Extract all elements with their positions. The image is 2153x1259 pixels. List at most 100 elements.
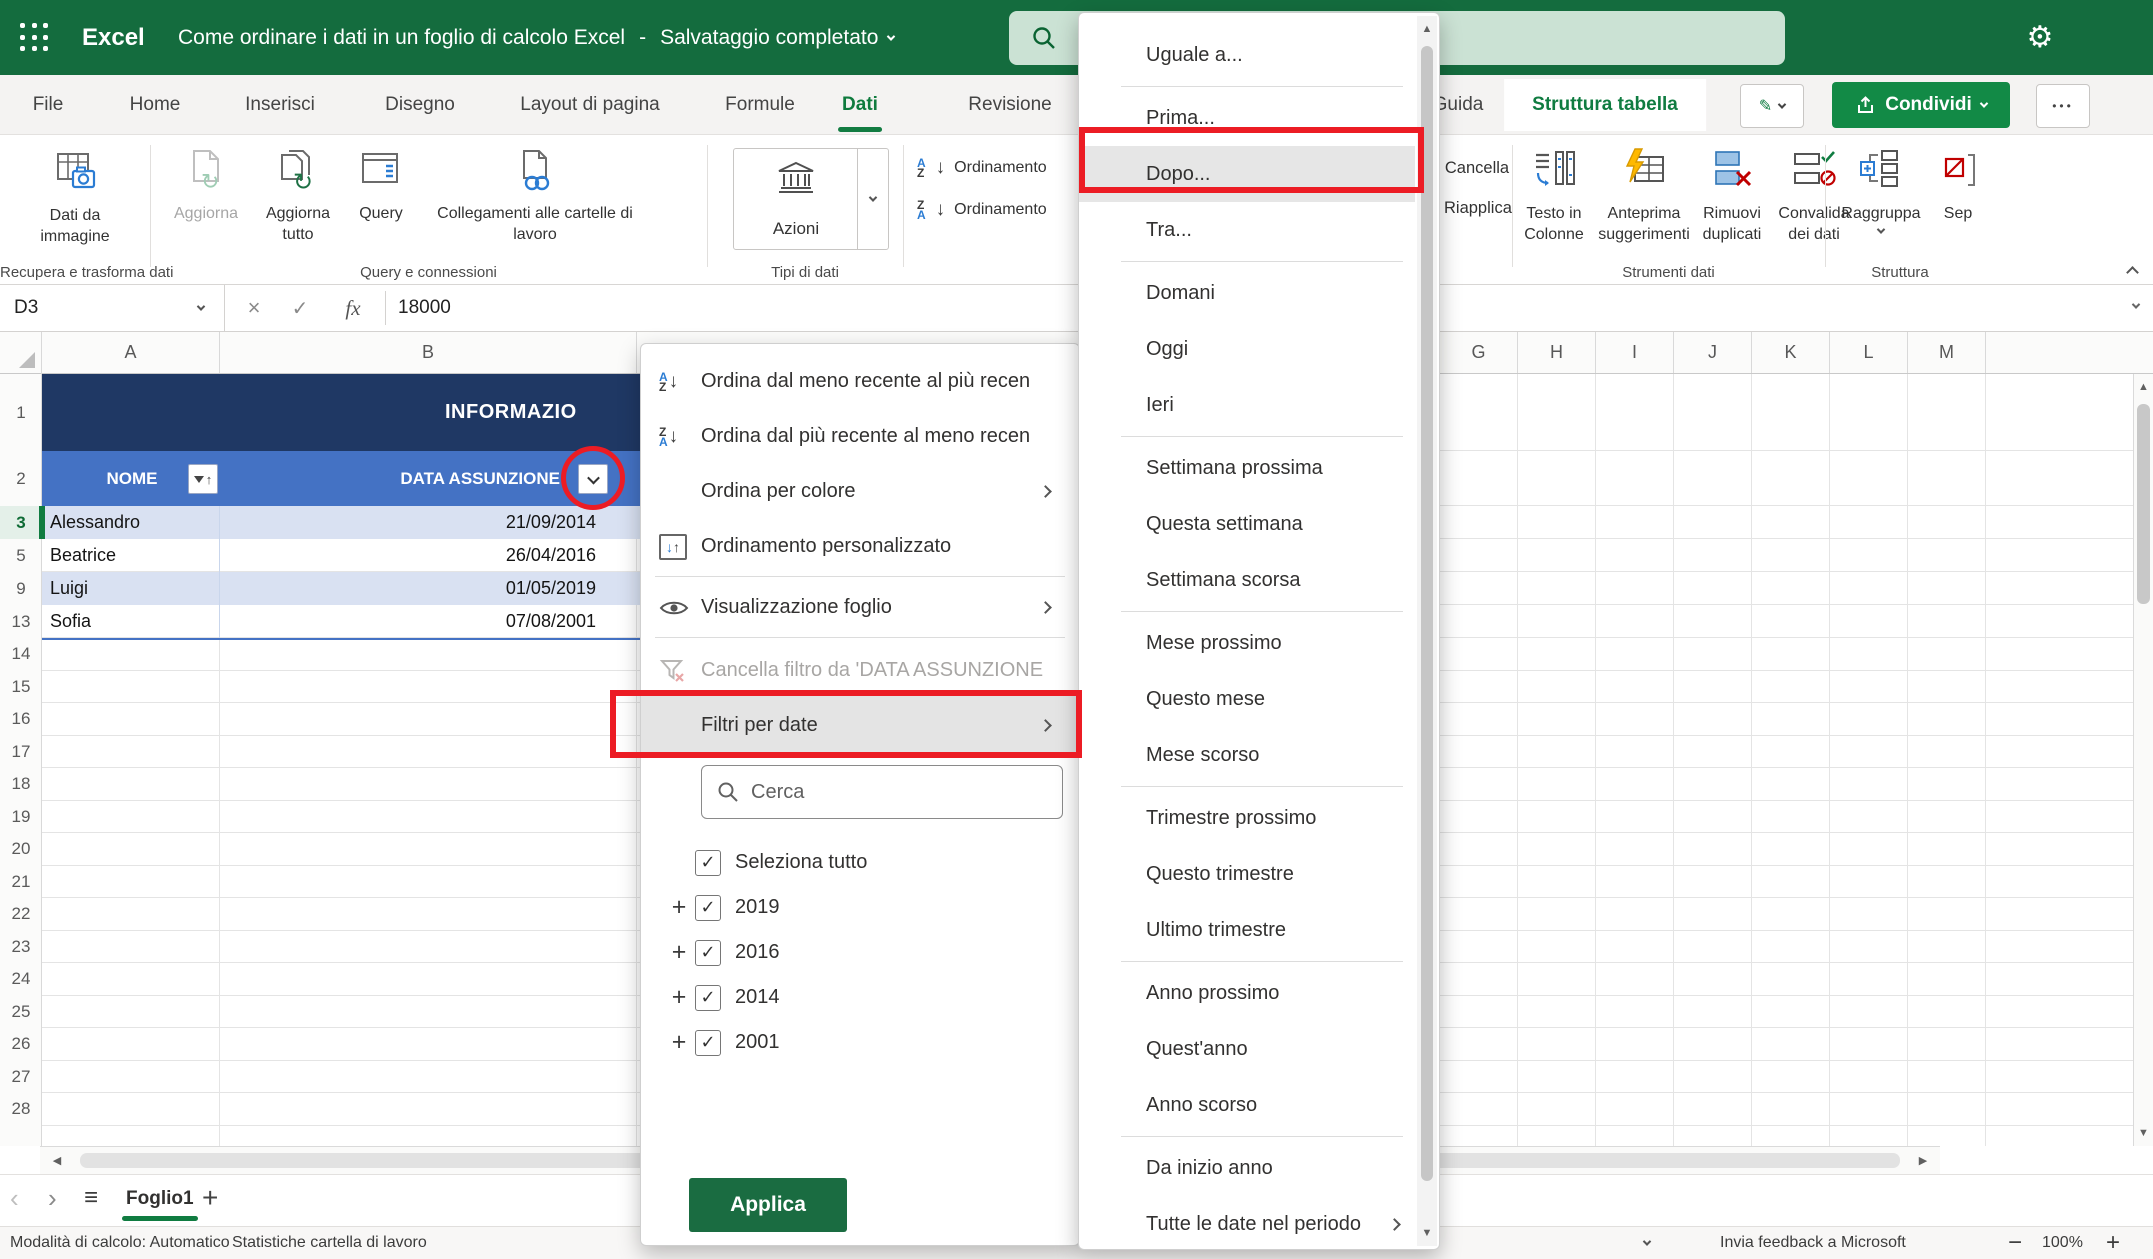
select-all-checkbox[interactable]: ✓Seleziona tutto	[641, 840, 1080, 885]
submenu-item-ieri[interactable]: Ieri	[1079, 377, 1415, 433]
tab-layout-di-pagina[interactable]: Layout di pagina	[516, 75, 663, 135]
query-button[interactable]: Query	[346, 137, 416, 224]
expand-icon[interactable]: +	[667, 893, 691, 922]
year-checkbox-2019[interactable]: +✓2019	[641, 885, 1080, 930]
tab-formule[interactable]: Formule	[721, 75, 799, 135]
submenu-item-mese-prossimo[interactable]: Mese prossimo	[1079, 615, 1415, 671]
column-header-M[interactable]: M	[1908, 332, 1986, 373]
select-all-corner[interactable]	[0, 332, 42, 374]
row-header-16[interactable]: 16	[0, 703, 42, 736]
expand-icon[interactable]: +	[667, 1028, 691, 1057]
checkbox-checked[interactable]: ✓	[695, 940, 721, 966]
azioni-dropdown[interactable]	[857, 149, 888, 249]
scroll-left-icon[interactable]: ◀	[46, 1150, 68, 1170]
submenu-item-settimana-prossima[interactable]: Settimana prossima	[1079, 440, 1415, 496]
column-header-B[interactable]: B	[220, 332, 637, 373]
workbook-statistics[interactable]: Statistiche cartella di lavoro	[232, 1227, 427, 1259]
previous-sheet-icon[interactable]: ‹	[10, 1175, 19, 1221]
row-header-3[interactable]: 3	[0, 506, 42, 539]
sort-by-color-item[interactable]: Ordina per colore	[641, 464, 1079, 519]
checkbox-checked[interactable]: ✓	[695, 850, 721, 876]
aggiorna-button[interactable]: ↻ Aggiorna	[162, 137, 250, 224]
scroll-down-icon[interactable]: ▼	[2134, 1122, 2153, 1144]
sheet-view-item[interactable]: Visualizzazione foglio	[641, 580, 1079, 635]
all-sheets-menu-icon[interactable]: ≡	[84, 1175, 98, 1221]
row-header-18[interactable]: 18	[0, 768, 42, 801]
feedback-link[interactable]: Invia feedback a Microsoft	[1720, 1227, 1906, 1259]
zoom-out-icon[interactable]: −	[2008, 1227, 2022, 1259]
filter-search-input[interactable]	[751, 781, 1031, 804]
cancella-button[interactable]: Cancella	[1444, 159, 1510, 178]
row-header-23[interactable]: 23	[0, 931, 42, 964]
tab-revisione[interactable]: Revisione	[964, 75, 1055, 135]
row-header-27[interactable]: 27	[0, 1061, 42, 1094]
table-title-row[interactable]: INFORMAZIO	[42, 374, 640, 451]
submenu-item-domani[interactable]: Domani	[1079, 265, 1415, 321]
vertical-scrollbar[interactable]: ▲ ▼	[2133, 374, 2153, 1146]
row-header-5[interactable]: 5	[0, 539, 42, 572]
submenu-item-trimestre-prossimo[interactable]: Trimestre prossimo	[1079, 790, 1415, 846]
apply-button[interactable]: Applica	[689, 1178, 847, 1232]
cell-data-assunzione[interactable]: 21/09/2014	[220, 506, 640, 539]
tab-struttura-tabella[interactable]: Struttura tabella	[1504, 79, 1706, 131]
tab-inserisci[interactable]: Inserisci	[241, 75, 319, 135]
submenu-item-settimana-scorsa[interactable]: Settimana scorsa	[1079, 552, 1415, 608]
collegamenti-button[interactable]: Collegamenti alle cartelle di lavoro	[416, 137, 654, 245]
submenu-item-questo-trimestre[interactable]: Questo trimestre	[1079, 846, 1415, 902]
submenu-item-questa-settimana[interactable]: Questa settimana	[1079, 496, 1415, 552]
confirm-entry-icon[interactable]: ✓	[278, 285, 322, 331]
submenu-item-anno-prossimo[interactable]: Anno prossimo	[1079, 965, 1415, 1021]
custom-sort-item[interactable]: ↓↑ Ordinamento personalizzato	[641, 519, 1079, 574]
year-checkbox-2014[interactable]: +✓2014	[641, 975, 1080, 1020]
row-header-28[interactable]: 28	[0, 1093, 42, 1126]
column-header-I[interactable]: I	[1596, 332, 1674, 373]
row-header-1[interactable]: 1	[0, 374, 42, 451]
name-box[interactable]: D3	[0, 285, 225, 331]
calculation-mode[interactable]: Modalità di calcolo: Automatico	[10, 1227, 230, 1259]
tab-home[interactable]: Home	[126, 75, 185, 135]
collapse-ribbon-icon[interactable]	[2126, 266, 2139, 279]
submenu-item-prima[interactable]: Prima...	[1079, 90, 1415, 146]
column-header-A[interactable]: A	[42, 332, 220, 373]
aggiorna-tutto-button[interactable]: ↻ Aggiorna tutto	[250, 137, 346, 245]
checkbox-checked[interactable]: ✓	[695, 1030, 721, 1056]
submenu-item-tutte-le-date-nel-periodo[interactable]: Tutte le date nel periodo	[1079, 1196, 1415, 1250]
cell-data-assunzione[interactable]: 01/05/2019	[220, 572, 640, 605]
dati-da-immagine-button[interactable]: Dati da immagine	[15, 139, 135, 247]
cancel-entry-icon[interactable]: ×	[232, 285, 276, 331]
add-sheet-icon[interactable]: +	[202, 1175, 218, 1221]
cell-nome[interactable]: Luigi	[42, 572, 220, 605]
table-row[interactable]: Beatrice26/04/2016	[42, 539, 640, 572]
column-header-data-assunzione[interactable]: DATA ASSUNZIONE	[240, 451, 560, 506]
tab-dati[interactable]: Dati	[838, 75, 882, 135]
table-row[interactable]: Sofia07/08/2001	[42, 605, 640, 638]
submenu-item-oggi[interactable]: Oggi	[1079, 321, 1415, 377]
submenu-item-tra[interactable]: Tra...	[1079, 202, 1415, 258]
scroll-up-icon[interactable]: ▲	[2134, 376, 2153, 398]
share-button[interactable]: Condividi	[1832, 82, 2010, 128]
riapplica-button[interactable]: Riapplica	[1444, 199, 1510, 218]
rimuovi-duplicati-button[interactable]: Rimuovi duplicati	[1694, 137, 1770, 245]
cell-data-assunzione[interactable]: 07/08/2001	[220, 605, 640, 638]
scroll-down-icon[interactable]: ▼	[1417, 1220, 1437, 1246]
editing-mode-button[interactable]: ✎	[1740, 84, 1804, 128]
sheet-tab-foglio1[interactable]: Foglio1	[118, 1177, 202, 1221]
submenu-scrollbar[interactable]: ▲ ▼	[1417, 16, 1437, 1246]
app-launcher-waffle-icon[interactable]	[20, 23, 50, 53]
row-header-17[interactable]: 17	[0, 736, 42, 769]
status-chevron-icon[interactable]	[1644, 1227, 1650, 1259]
row-header-2[interactable]: 2	[0, 451, 42, 506]
tab-file[interactable]: File	[29, 75, 68, 135]
sort-ascending-button[interactable]: AZ↓ Ordinamento	[917, 157, 1047, 179]
zoom-in-icon[interactable]: +	[2106, 1227, 2120, 1259]
column-header-J[interactable]: J	[1674, 332, 1752, 373]
azioni-button[interactable]: Azioni	[733, 148, 889, 250]
year-checkbox-2016[interactable]: +✓2016	[641, 930, 1080, 975]
submenu-item-uguale-a[interactable]: Uguale a...	[1079, 27, 1415, 83]
clear-filter-item[interactable]: Cancella filtro da 'DATA ASSUNZIONE	[641, 643, 1079, 698]
settings-gear-icon[interactable]: ⚙	[2018, 15, 2062, 59]
expand-icon[interactable]: +	[667, 938, 691, 967]
insert-function-icon[interactable]: fx	[328, 285, 378, 331]
scroll-up-icon[interactable]: ▲	[1417, 16, 1437, 42]
vertical-scroll-thumb[interactable]	[2137, 404, 2150, 604]
